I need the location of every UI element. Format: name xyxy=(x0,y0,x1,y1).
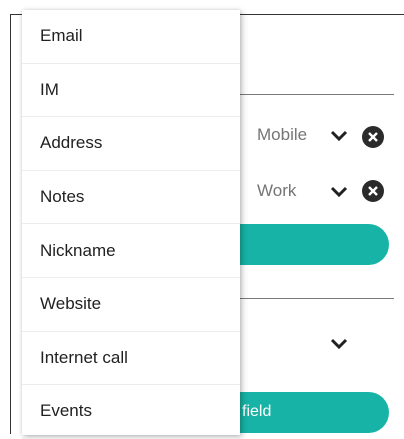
add-field-button-label: field xyxy=(242,403,272,420)
menu-item-internet-call[interactable]: Internet call xyxy=(22,332,240,386)
menu-item-address[interactable]: Address xyxy=(22,117,240,171)
menu-item-events[interactable]: Events xyxy=(22,385,240,439)
menu-item-im[interactable]: IM xyxy=(22,64,240,118)
chevron-down-icon[interactable] xyxy=(330,338,348,350)
chevron-down-icon[interactable] xyxy=(330,130,348,142)
phone-type-work[interactable]: Work xyxy=(257,181,296,201)
close-icon xyxy=(368,186,378,196)
form-divider xyxy=(240,298,394,299)
add-field-menu: Email IM Address Notes Nickname Website … xyxy=(22,10,240,439)
menu-item-notes[interactable]: Notes xyxy=(22,171,240,225)
clear-field-button[interactable] xyxy=(362,126,384,148)
menu-item-website[interactable]: Website xyxy=(22,278,240,332)
menu-item-nickname[interactable]: Nickname xyxy=(22,224,240,278)
phone-type-mobile[interactable]: Mobile xyxy=(257,125,307,145)
clear-field-button[interactable] xyxy=(362,180,384,202)
close-icon xyxy=(368,132,378,142)
chevron-down-icon[interactable] xyxy=(330,186,348,198)
menu-item-email[interactable]: Email xyxy=(22,10,240,64)
form-divider xyxy=(240,94,394,95)
screen-frame-left xyxy=(10,14,11,434)
